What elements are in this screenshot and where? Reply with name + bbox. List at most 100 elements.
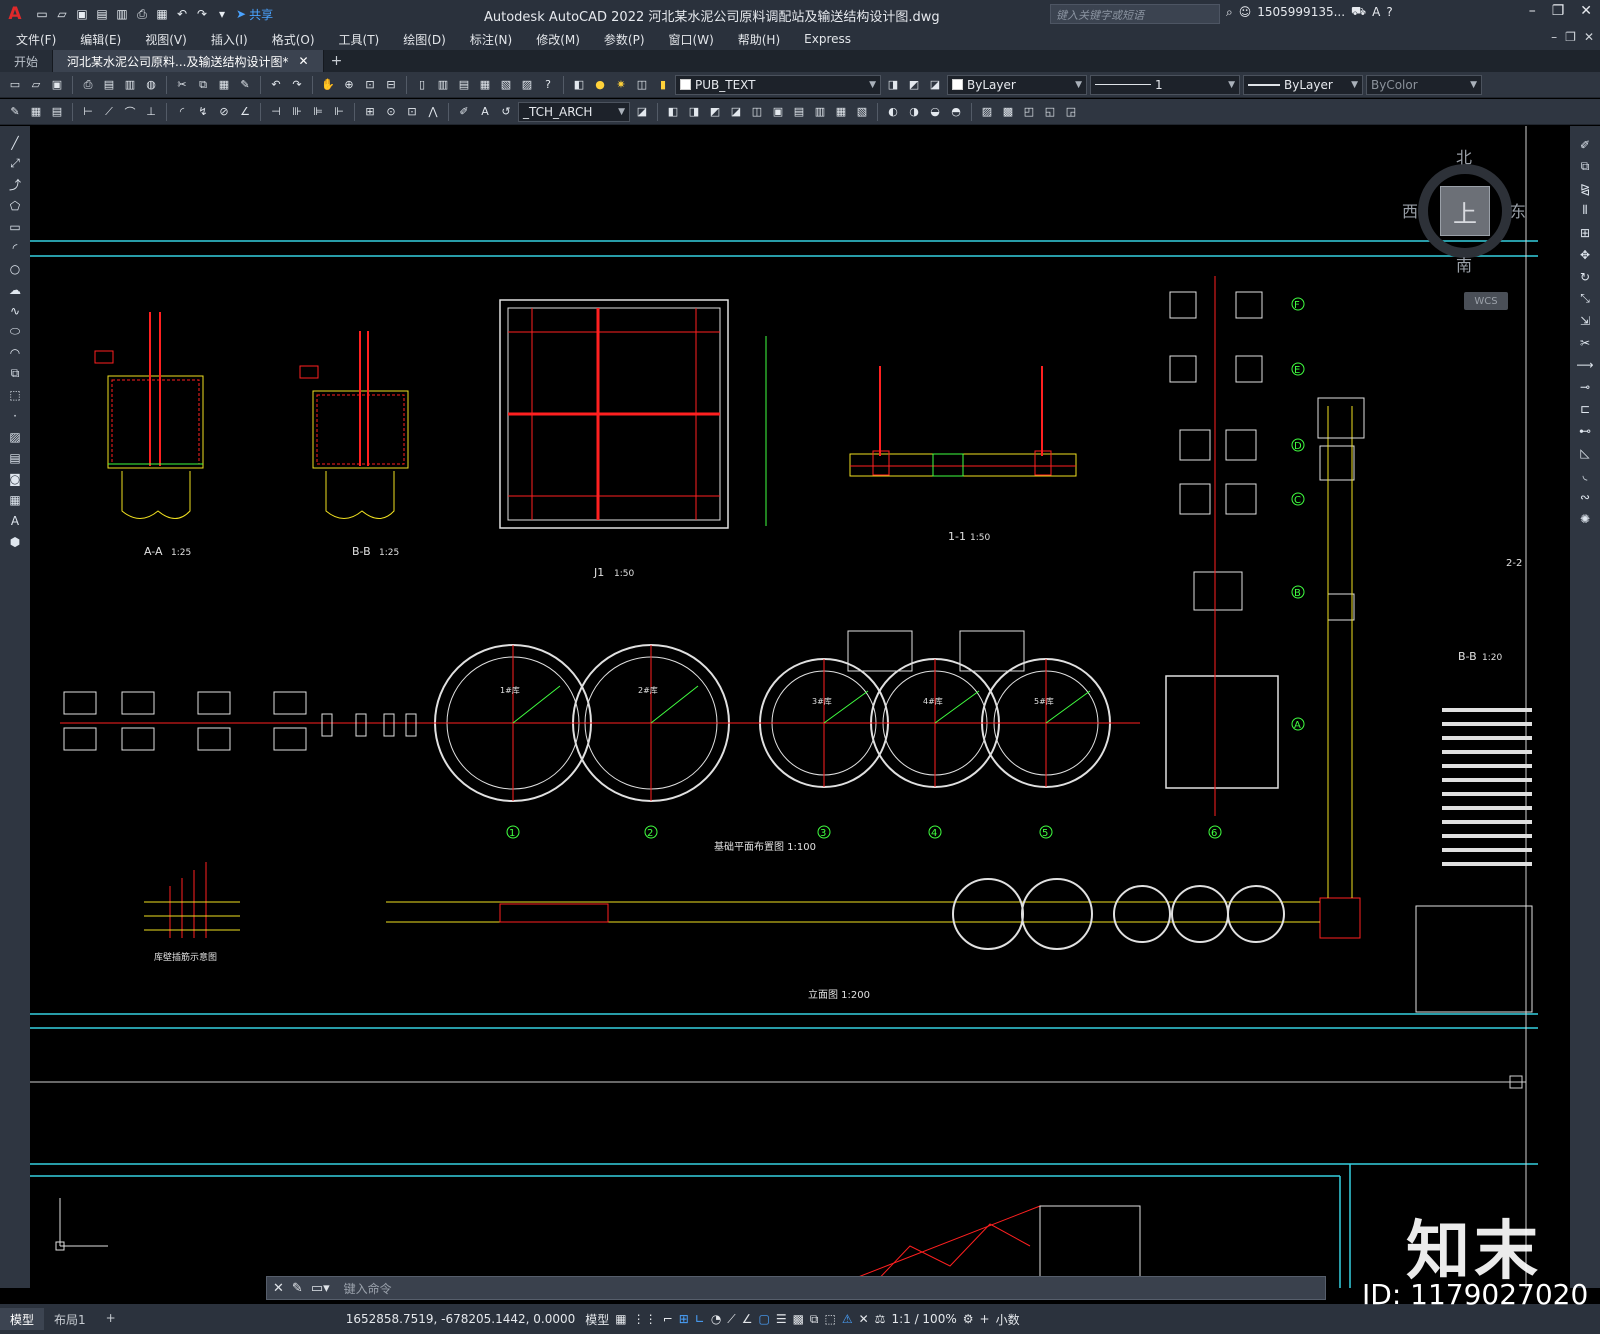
user-icon[interactable]: ☺: [1239, 5, 1252, 19]
help-icon[interactable]: ?: [539, 76, 557, 94]
search-icon[interactable]: ⌕: [1226, 5, 1233, 20]
extend-icon[interactable]: ⟶: [1576, 356, 1594, 373]
dim-text-edit-icon[interactable]: A: [476, 103, 494, 121]
table-icon[interactable]: ▦: [6, 491, 24, 508]
menu-format[interactable]: 格式(O): [272, 31, 315, 48]
viewcube-north[interactable]: 北: [1456, 144, 1472, 168]
tch-tool-icon-12[interactable]: ◑: [905, 103, 923, 121]
dynamic-input-icon[interactable]: ⊞: [679, 1312, 689, 1326]
radius-dim-icon[interactable]: ◜: [173, 103, 191, 121]
erase-icon[interactable]: ✐: [1576, 136, 1594, 153]
tab-model[interactable]: 模型: [0, 1308, 45, 1330]
baseline-dim-icon[interactable]: ⊪: [288, 103, 306, 121]
plot-icon[interactable]: ⎙: [79, 76, 97, 94]
linear-dim-icon[interactable]: ⊢: [79, 103, 97, 121]
zoom-window-icon[interactable]: ⊡: [361, 76, 379, 94]
make-block-icon[interactable]: ⬚: [6, 386, 24, 403]
layer-previous-icon[interactable]: ◩: [905, 76, 923, 94]
doc-close-icon[interactable]: ✕: [1584, 30, 1594, 44]
tch-tool-icon-6[interactable]: ▣: [769, 103, 787, 121]
tolerance-icon[interactable]: ⊞: [361, 103, 379, 121]
sheet-set-icon[interactable]: ▦: [476, 76, 494, 94]
menu-draw[interactable]: 绘图(D): [403, 31, 446, 48]
arc-icon[interactable]: ◜: [6, 239, 24, 256]
infer-constraints-icon[interactable]: ⌐: [663, 1312, 673, 1326]
array-icon[interactable]: ⊞: [1576, 224, 1594, 241]
new-tab-button[interactable]: +: [324, 50, 350, 72]
color-dropdown[interactable]: ByLayer ▼: [947, 74, 1087, 95]
circle-icon[interactable]: ○: [6, 260, 24, 277]
trim-icon[interactable]: ✂: [1576, 334, 1594, 351]
grid-icon[interactable]: ▦: [615, 1312, 626, 1326]
tch-tool-icon-17[interactable]: ◰: [1020, 103, 1038, 121]
viewcube-east[interactable]: 东: [1510, 198, 1526, 222]
autodesk-app-icon[interactable]: A: [1372, 5, 1380, 19]
dim-style-icon[interactable]: ▤: [48, 103, 66, 121]
inspect-icon[interactable]: ⊡: [403, 103, 421, 121]
new-file-icon[interactable]: ▭: [34, 6, 50, 22]
annotation-monitor-icon[interactable]: +: [980, 1312, 990, 1326]
paste-icon[interactable]: ▦: [215, 76, 233, 94]
angular-dim-icon[interactable]: ∠: [236, 103, 254, 121]
pan-icon[interactable]: ✋: [319, 76, 337, 94]
line-icon[interactable]: ╱: [6, 134, 24, 151]
tch-tool-icon-11[interactable]: ◐: [884, 103, 902, 121]
coordinate-readout[interactable]: 1652858.7519, -678205.1442, 0.0000: [346, 1312, 576, 1326]
customize-command-icon[interactable]: ✎: [292, 1281, 303, 1296]
multiline-text-icon[interactable]: A: [6, 512, 24, 529]
zoom-previous-icon[interactable]: ⊟: [382, 76, 400, 94]
plot-style-dropdown[interactable]: ByColor ▼: [1366, 74, 1482, 95]
tangent-edit-icon[interactable]: ✎: [6, 103, 24, 121]
menu-file[interactable]: 文件(F): [16, 31, 56, 48]
undo-icon[interactable]: ↶: [174, 6, 190, 22]
tab-drawing[interactable]: 河北某水泥公司原料...及输送结构设计图* ✕: [53, 50, 324, 72]
3d-osnap-icon[interactable]: ⬚: [825, 1312, 836, 1326]
customize-qat-icon[interactable]: ▾: [214, 6, 230, 22]
layer-properties-icon[interactable]: ◧: [570, 76, 588, 94]
close-button[interactable]: ✕: [1580, 3, 1592, 19]
revision-cloud-icon[interactable]: ☁: [6, 281, 24, 298]
menu-window[interactable]: 窗口(W): [669, 31, 714, 48]
dim-space-icon[interactable]: ⊩: [330, 103, 348, 121]
user-name[interactable]: 1505999135...: [1257, 5, 1345, 19]
help-icon[interactable]: ?: [1386, 5, 1392, 19]
undo-icon[interactable]: ↶: [267, 76, 285, 94]
command-input[interactable]: 键入命令: [337, 1278, 1325, 1298]
menu-tools[interactable]: 工具(T): [339, 31, 380, 48]
publish-icon[interactable]: ▥: [121, 76, 139, 94]
lightbulb-icon[interactable]: ●: [591, 76, 609, 94]
point-icon[interactable]: ·: [6, 407, 24, 424]
viewcube[interactable]: 上 北 南 东 西: [1390, 136, 1540, 286]
publish-icon[interactable]: ▥: [114, 6, 130, 22]
hatch-icon[interactable]: ▨: [6, 428, 24, 445]
mirror-icon[interactable]: ⧎: [1576, 180, 1594, 197]
tch-tool-icon-9[interactable]: ▦: [832, 103, 850, 121]
tab-start[interactable]: 开始: [0, 50, 54, 72]
break-icon[interactable]: ⊏: [1576, 400, 1594, 417]
center-mark-icon[interactable]: ⊙: [382, 103, 400, 121]
auto-scale-icon[interactable]: ✕: [859, 1312, 869, 1326]
annotation-visibility-icon[interactable]: ⚠: [842, 1312, 853, 1326]
dim-edit-text-icon[interactable]: ✐: [455, 103, 473, 121]
markup-icon[interactable]: ▧: [497, 76, 515, 94]
tch-tool-icon-19[interactable]: ◲: [1062, 103, 1080, 121]
lock-icon[interactable]: ▮: [654, 76, 672, 94]
tch-tool-icon-4[interactable]: ◪: [727, 103, 745, 121]
move-icon[interactable]: ✥: [1576, 246, 1594, 263]
polyline-icon[interactable]: ⤴: [6, 176, 24, 193]
add-layout-button[interactable]: +: [96, 1308, 126, 1330]
plot-icon[interactable]: ⎙: [134, 6, 150, 22]
globe-icon[interactable]: ◍: [142, 76, 160, 94]
ellipse-arc-icon[interactable]: ◠: [6, 344, 24, 361]
doc-minimize-icon[interactable]: –: [1551, 30, 1557, 44]
menu-help[interactable]: 帮助(H): [738, 31, 780, 48]
tool-palettes-icon[interactable]: ▤: [455, 76, 473, 94]
tch-tool-icon-13[interactable]: ◒: [926, 103, 944, 121]
rotate-icon[interactable]: ↻: [1576, 268, 1594, 285]
ortho-icon[interactable]: ∟: [695, 1312, 705, 1326]
tch-tool-icon-16[interactable]: ▩: [999, 103, 1017, 121]
tch-tool-icon-7[interactable]: ▤: [790, 103, 808, 121]
transparency-icon[interactable]: ▩: [793, 1312, 804, 1326]
arc-length-icon[interactable]: ⌒: [121, 103, 139, 121]
ordinate-dim-icon[interactable]: ⊥: [142, 103, 160, 121]
